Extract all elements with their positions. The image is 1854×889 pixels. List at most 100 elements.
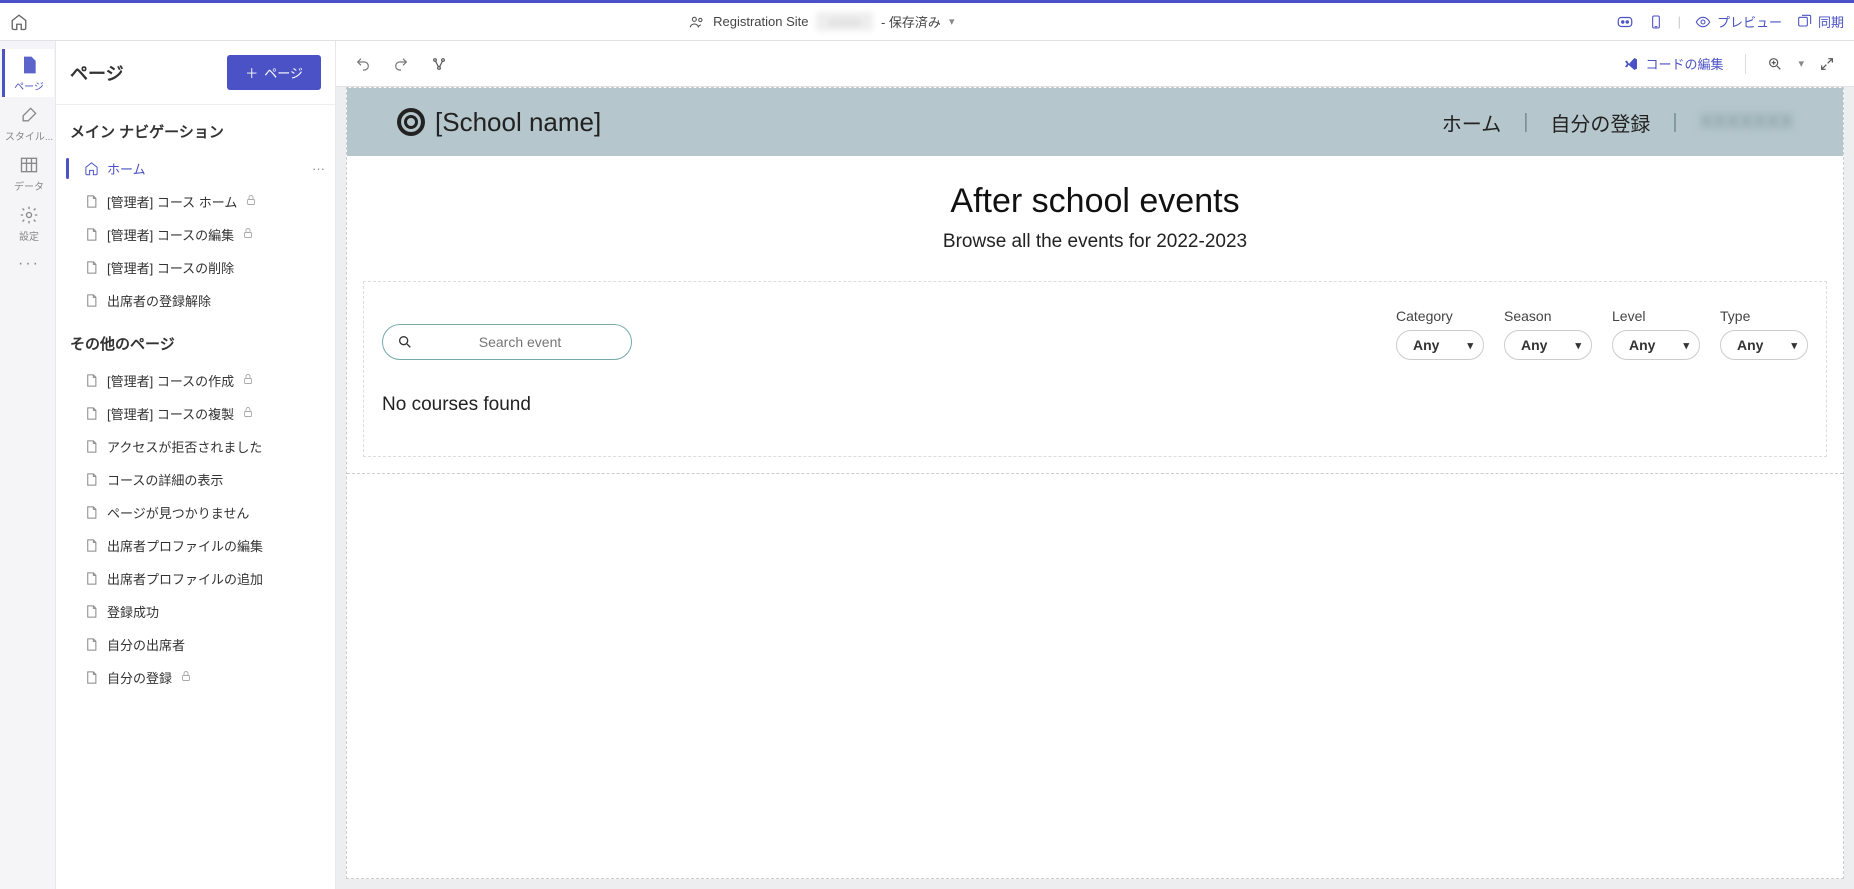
page-item-label: [管理者] コースの編集 <box>107 225 234 244</box>
chevron-down-icon: ▾ <box>1575 339 1581 352</box>
other-page-item[interactable]: コースの詳細の表示 <box>56 463 335 496</box>
site-title-prefix: Registration Site <box>713 14 808 29</box>
nav-page-item[interactable]: [管理者] コースの編集 <box>56 218 335 251</box>
sync-label: 同期 <box>1818 12 1844 31</box>
chevron-down-icon: ▾ <box>1683 339 1689 352</box>
edit-code-label: コードの編集 <box>1645 54 1723 73</box>
rail-settings-label: 設定 <box>19 228 39 243</box>
filter-level-label: Level <box>1612 308 1700 324</box>
page-item-label: 出席者プロファイルの追加 <box>107 569 263 588</box>
rail-data[interactable]: データ <box>2 149 54 197</box>
undo-button[interactable] <box>348 49 378 79</box>
add-page-label: ページ <box>264 63 303 82</box>
main-area: コードの編集 ▾ [School name] ホーム <box>336 41 1854 889</box>
section-divider <box>347 473 1843 493</box>
other-page-item[interactable]: 出席者プロファイルの編集 <box>56 529 335 562</box>
other-page-item[interactable]: [管理者] コースの作成 <box>56 364 335 397</box>
nav-page-item[interactable]: [管理者] コース ホーム <box>56 185 335 218</box>
page-icon <box>84 505 99 520</box>
redo-button[interactable] <box>386 49 416 79</box>
rail-pages[interactable]: ページ <box>2 49 54 97</box>
site-nav: ホーム | 自分の登録 | XXXXXXX <box>1442 108 1793 137</box>
home-icon[interactable] <box>10 13 28 31</box>
other-page-item[interactable]: 登録成功 <box>56 595 335 628</box>
chevron-down-icon: ▾ <box>1791 339 1797 352</box>
lock-icon <box>180 670 192 685</box>
lock-icon <box>245 194 257 209</box>
nav-home[interactable]: ホーム <box>1442 108 1501 137</box>
expand-button[interactable] <box>1812 49 1842 79</box>
people-icon <box>689 14 705 30</box>
rail-styles[interactable]: スタイル... <box>2 99 54 147</box>
nav-item-blurred[interactable]: XXXXXXX <box>1700 111 1793 134</box>
nav-separator: | <box>1672 111 1677 134</box>
zoom-button[interactable] <box>1760 49 1790 79</box>
mobile-icon[interactable] <box>1648 14 1664 30</box>
other-page-item[interactable]: 出席者プロファイルの追加 <box>56 562 335 595</box>
lock-icon <box>242 373 254 388</box>
site-brand: [School name] <box>397 107 601 138</box>
page-item-label: 登録成功 <box>107 602 159 621</box>
components-button[interactable] <box>424 49 454 79</box>
sync-button[interactable]: 同期 <box>1796 12 1844 31</box>
search-wrap[interactable] <box>382 324 632 360</box>
rail-settings[interactable]: 設定 <box>2 199 54 247</box>
page-icon <box>84 571 99 586</box>
section-other-pages: その他のページ <box>56 317 335 364</box>
add-page-button[interactable]: ＋ ページ <box>227 55 321 90</box>
filter-category-label: Category <box>1396 308 1484 324</box>
chevron-down-icon[interactable]: ▾ <box>1798 57 1804 70</box>
plus-icon: ＋ <box>245 63 258 82</box>
site-header: [School name] ホーム | 自分の登録 | XXXXXXX <box>347 88 1843 156</box>
content-block: Category Any▾ Season Any▾ Level Any▾ <box>363 281 1827 457</box>
chevron-down-icon[interactable]: ▾ <box>949 15 955 28</box>
separator <box>1745 54 1746 74</box>
rail-more[interactable]: ··· <box>2 249 54 277</box>
nav-page-item[interactable]: [管理者] コースの削除 <box>56 251 335 284</box>
filter-season-select[interactable]: Any▾ <box>1504 330 1592 360</box>
site-title-blurred: xxxxx <box>816 12 873 31</box>
no-courses-message: No courses found <box>382 394 1808 416</box>
filter-level-select[interactable]: Any▾ <box>1612 330 1700 360</box>
other-page-item[interactable]: アクセスが拒否されました <box>56 430 335 463</box>
table-icon <box>19 155 39 175</box>
brand-logo-icon <box>397 108 425 136</box>
nav-separator: | <box>1523 111 1528 134</box>
page-icon <box>19 55 39 75</box>
page-icon <box>84 260 99 275</box>
left-rail: ページ スタイル... データ 設定 ··· <box>0 41 56 889</box>
page-icon <box>84 439 99 454</box>
design-canvas[interactable]: [School name] ホーム | 自分の登録 | XXXXXXX Afte… <box>346 87 1844 879</box>
page-icon <box>84 538 99 553</box>
lock-icon <box>242 406 254 421</box>
page-item-label: アクセスが拒否されました <box>107 437 262 456</box>
rail-data-label: データ <box>14 178 44 193</box>
copilot-icon[interactable] <box>1616 13 1634 31</box>
page-icon <box>84 670 99 685</box>
other-page-item[interactable]: 自分の出席者 <box>56 628 335 661</box>
filter-category-select[interactable]: Any▾ <box>1396 330 1484 360</box>
filter-season-label: Season <box>1504 308 1592 324</box>
ellipsis-icon[interactable]: ··· <box>312 161 325 176</box>
edit-code-button[interactable]: コードの編集 <box>1615 50 1731 77</box>
hero-subtitle: Browse all the events for 2022-2023 <box>347 231 1843 253</box>
other-page-item[interactable]: [管理者] コースの複製 <box>56 397 335 430</box>
page-icon <box>84 604 99 619</box>
top-title-area: Registration Site xxxxx - 保存済み ▾ <box>36 12 1608 31</box>
page-icon <box>84 227 99 242</box>
nav-page-item[interactable]: ホーム ··· <box>56 152 335 185</box>
vscode-icon <box>1623 56 1639 72</box>
search-input[interactable] <box>423 334 617 350</box>
preview-button[interactable]: プレビュー <box>1695 12 1782 31</box>
page-item-label: 自分の出席者 <box>107 635 185 654</box>
page-item-label: ホーム <box>107 159 146 178</box>
eye-icon <box>1695 14 1711 30</box>
other-page-item[interactable]: ページが見つかりません <box>56 496 335 529</box>
ellipsis-icon: ··· <box>18 255 40 273</box>
filter-type-select[interactable]: Any▾ <box>1720 330 1808 360</box>
nav-page-item[interactable]: 出席者の登録解除 <box>56 284 335 317</box>
other-page-item[interactable]: 自分の登録 <box>56 661 335 694</box>
lock-icon <box>242 227 254 242</box>
app-top-bar: Registration Site xxxxx - 保存済み ▾ | プレビュー… <box>0 3 1854 41</box>
nav-my-registrations[interactable]: 自分の登録 <box>1550 108 1650 137</box>
